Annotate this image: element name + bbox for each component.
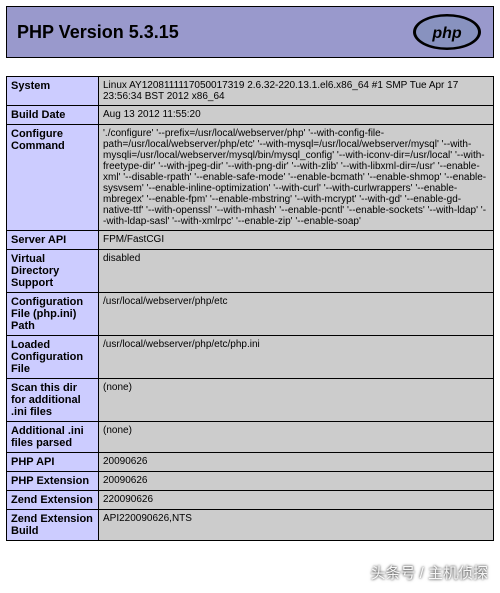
table-row: Scan this dir for additional .ini files(… [7,379,494,422]
php-logo: php [411,12,483,52]
row-value: './configure' '--prefix=/usr/local/webse… [99,125,494,231]
row-value: /usr/local/webserver/php/etc/php.ini [99,336,494,379]
table-row: Configure Command'./configure' '--prefix… [7,125,494,231]
row-label: PHP Extension [7,472,99,491]
table-row: PHP API20090626 [7,453,494,472]
row-value: 20090626 [99,453,494,472]
row-value: 20090626 [99,472,494,491]
row-label: PHP API [7,453,99,472]
row-label: Additional .ini files parsed [7,422,99,453]
table-row: Zend Extension BuildAPI220090626,NTS [7,510,494,541]
row-label: Configure Command [7,125,99,231]
row-value: /usr/local/webserver/php/etc [99,293,494,336]
row-label: Zend Extension Build [7,510,99,541]
row-value: Aug 13 2012 11:55:20 [99,106,494,125]
table-row: SystemLinux AY1208111117050017319 2.6.32… [7,77,494,106]
row-label: Configuration File (php.ini) Path [7,293,99,336]
row-label: Virtual Directory Support [7,250,99,293]
row-value: API220090626,NTS [99,510,494,541]
table-row: Virtual Directory Supportdisabled [7,250,494,293]
row-label: Server API [7,231,99,250]
table-row: Loaded Configuration File/usr/local/webs… [7,336,494,379]
row-label: System [7,77,99,106]
table-row: Server APIFPM/FastCGI [7,231,494,250]
watermark-text: 头条号 / 主机侦探 [370,562,488,583]
page-title: PHP Version 5.3.15 [17,22,179,43]
row-value: (none) [99,379,494,422]
spacer [6,58,494,76]
phpinfo-page: PHP Version 5.3.15 php SystemLinux AY120… [0,0,500,541]
phpinfo-table: SystemLinux AY1208111117050017319 2.6.32… [6,76,494,541]
php-logo-icon: php [411,12,483,52]
row-label: Scan this dir for additional .ini files [7,379,99,422]
row-value: 220090626 [99,491,494,510]
row-value: (none) [99,422,494,453]
row-value: FPM/FastCGI [99,231,494,250]
row-label: Zend Extension [7,491,99,510]
table-row: Zend Extension220090626 [7,491,494,510]
table-row: Build DateAug 13 2012 11:55:20 [7,106,494,125]
table-row: Configuration File (php.ini) Path/usr/lo… [7,293,494,336]
row-value: Linux AY1208111117050017319 2.6.32-220.1… [99,77,494,106]
row-label: Loaded Configuration File [7,336,99,379]
table-row: Additional .ini files parsed(none) [7,422,494,453]
svg-text:php: php [431,25,462,42]
row-label: Build Date [7,106,99,125]
phpinfo-header: PHP Version 5.3.15 php [6,6,494,58]
row-value: disabled [99,250,494,293]
table-row: PHP Extension20090626 [7,472,494,491]
